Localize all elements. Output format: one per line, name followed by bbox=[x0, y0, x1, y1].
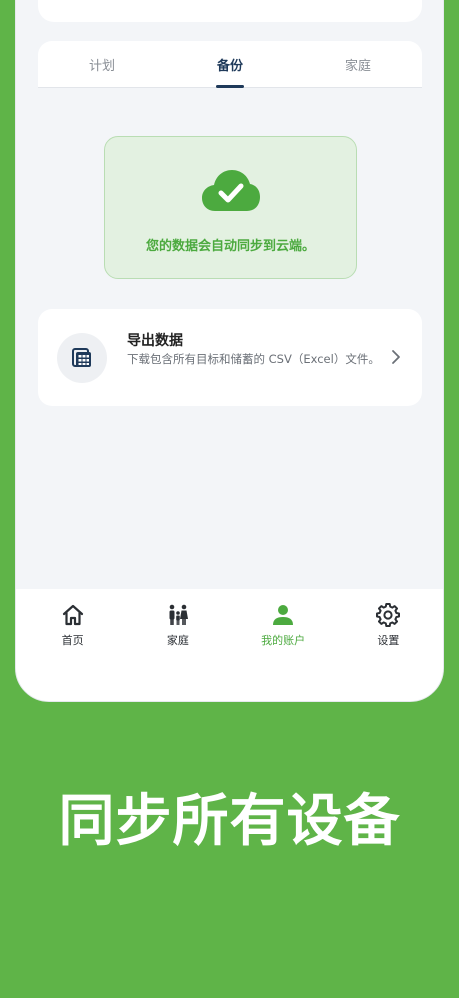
nav-family-label: 家庭 bbox=[166, 634, 189, 647]
spreadsheet-icon bbox=[72, 348, 91, 367]
gear-icon bbox=[376, 603, 401, 627]
chevron-right-icon bbox=[392, 350, 400, 364]
nav-account[interactable]: 我的账户 bbox=[231, 603, 336, 701]
nav-account-label: 我的账户 bbox=[261, 634, 306, 647]
nav-settings[interactable]: 设置 bbox=[336, 603, 441, 701]
export-icon-badge bbox=[57, 333, 107, 383]
nav-family[interactable]: 家庭 bbox=[125, 603, 230, 701]
cloud-check-icon bbox=[201, 170, 260, 211]
nav-home-label: 首页 bbox=[61, 634, 84, 647]
top-card bbox=[38, 0, 422, 22]
account-icon bbox=[273, 605, 294, 625]
export-description: 下载包含所有目标和储蓄的 CSV（Excel）文件。 bbox=[127, 352, 380, 366]
phone-frame: 计划 备份 家庭 您的数据会自动同步到云端。 导出数据 下载包含所有目标和储蓄的… bbox=[15, 0, 444, 702]
tab-backup[interactable]: 备份 bbox=[166, 41, 294, 87]
home-icon bbox=[62, 604, 83, 626]
tab-bar: 计划 备份 家庭 bbox=[38, 41, 422, 88]
export-title: 导出数据 bbox=[127, 333, 183, 349]
export-data-card[interactable]: 导出数据 下载包含所有目标和储蓄的 CSV（Excel）文件。 bbox=[38, 309, 422, 406]
family-icon bbox=[169, 604, 188, 625]
tab-plan[interactable]: 计划 bbox=[38, 41, 166, 87]
promo-slogan: 同步所有设备 bbox=[58, 789, 401, 854]
sync-notice: 您的数据会自动同步到云端。 bbox=[104, 136, 357, 279]
nav-home[interactable]: 首页 bbox=[20, 603, 125, 701]
tab-family[interactable]: 家庭 bbox=[294, 41, 422, 87]
bottom-nav: 首页 家庭 我的账户 设置 bbox=[16, 589, 443, 701]
sync-notice-text: 您的数据会自动同步到云端。 bbox=[145, 239, 315, 254]
nav-settings-label: 设置 bbox=[377, 634, 400, 647]
